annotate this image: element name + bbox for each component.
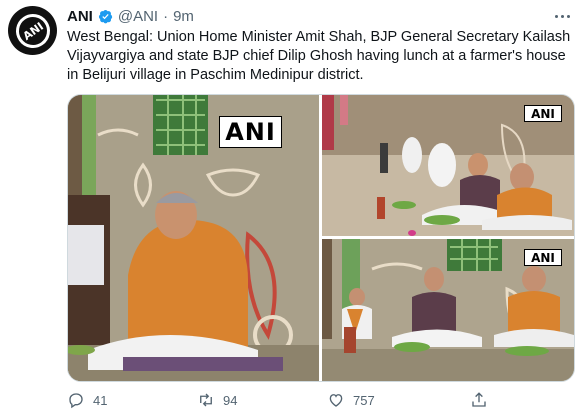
like-icon <box>329 394 343 407</box>
share-button[interactable] <box>470 391 488 409</box>
more-options-icon[interactable] <box>552 10 572 22</box>
retweet-count: 94 <box>223 392 238 408</box>
photo-leaders-row-eating[interactable]: ANI <box>322 95 574 236</box>
ani-watermark: ANI <box>524 249 562 266</box>
photo-three-leaders-eating[interactable]: ANI <box>322 239 574 381</box>
author-name[interactable]: ANI <box>67 8 93 25</box>
verified-badge-icon <box>98 9 113 23</box>
reply-count: 41 <box>93 392 108 408</box>
tweet-header: ANI @ANI · 9m <box>67 7 194 25</box>
ani-watermark: ANI <box>219 116 282 148</box>
separator-dot: · <box>163 7 169 25</box>
ani-watermark: ANI <box>524 105 562 122</box>
avatar[interactable]: ANI <box>8 6 57 55</box>
tweet-text: West Bengal: Union Home Minister Amit Sh… <box>67 29 571 83</box>
photo-dilip-ghosh-eating[interactable]: ANI <box>68 95 319 381</box>
author-handle[interactable]: @ANI <box>118 8 158 25</box>
like-button[interactable]: 757 <box>327 391 457 409</box>
reply-button[interactable]: 41 <box>67 391 197 409</box>
retweet-button[interactable]: 94 <box>197 391 327 409</box>
retweet-icon <box>200 393 212 407</box>
avatar-logo-text: ANI <box>8 6 57 55</box>
tweet-actions: 41 94 757 <box>67 390 537 410</box>
media-grid: ANI ANI ANI <box>67 94 575 382</box>
timestamp[interactable]: 9m <box>173 8 194 25</box>
reply-icon <box>69 393 83 409</box>
like-count: 757 <box>353 392 375 408</box>
share-icon <box>472 392 486 407</box>
